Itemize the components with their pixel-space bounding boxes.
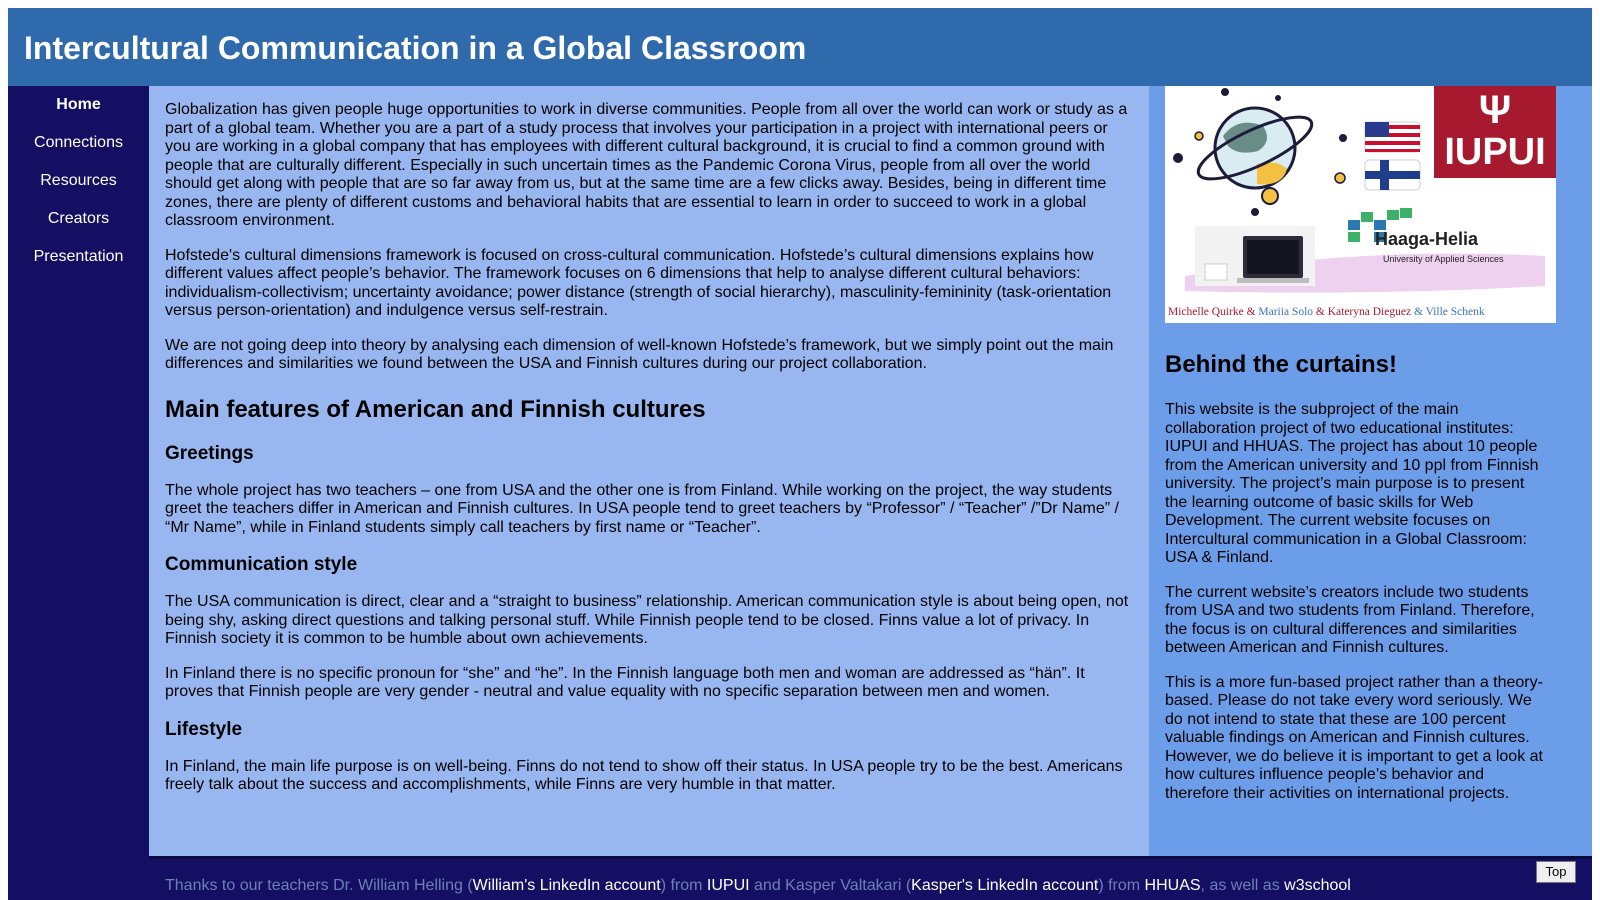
nav-list: Home Connections Resources Creators Pres… bbox=[8, 86, 149, 276]
page-frame: Intercultural Communication in a Global … bbox=[8, 8, 1592, 900]
lifestyle-heading: Lifestyle bbox=[165, 718, 243, 740]
credit-amp-2: & bbox=[1313, 305, 1328, 318]
kasper-linkedin-link[interactable]: Kasper's LinkedIn account bbox=[911, 877, 1098, 894]
usa-flag-icon bbox=[1364, 121, 1421, 153]
haaga-helia-subtitle: University of Applied Sciences bbox=[1383, 254, 1504, 264]
nav-item-resources[interactable]: Resources bbox=[8, 162, 149, 200]
site-title: Intercultural Communication in a Global … bbox=[24, 30, 807, 66]
credit-name-3: Kateryna Dieguez bbox=[1327, 305, 1412, 318]
footer-acknowledgement: Thanks to our teachers Dr. William Helli… bbox=[165, 877, 1351, 895]
credit-amp-1: & bbox=[1243, 305, 1259, 318]
greetings-paragraph: The whole project has two teachers – one… bbox=[165, 481, 1119, 536]
footer-text-2: ) from bbox=[660, 877, 707, 894]
creators-credit-line: Michelle Quirke & Mariia Solo & Kateryna… bbox=[1165, 303, 1556, 322]
communication-paragraph-2: In Finland there is no specific pronoun … bbox=[165, 664, 1085, 701]
communication-heading: Communication style bbox=[165, 554, 358, 575]
finland-flag-icon bbox=[1364, 159, 1421, 191]
iupui-logo: Ψ IUPUI bbox=[1434, 86, 1556, 178]
greetings-heading: Greetings bbox=[165, 442, 254, 464]
credit-name-4: Ville Schenk bbox=[1425, 305, 1485, 318]
nav-item-creators[interactable]: Creators bbox=[8, 200, 149, 238]
w3school-link[interactable]: w3school bbox=[1284, 877, 1351, 894]
footer-text-3: and Kasper Valtakari ( bbox=[749, 877, 912, 894]
footer-text-1: Thanks to our teachers Dr. William Helli… bbox=[165, 877, 473, 894]
sidebar-nav: Home Connections Resources Creators Pres… bbox=[8, 86, 149, 900]
main-content: Globalization has given people huge oppo… bbox=[149, 86, 1149, 856]
site-header: Intercultural Communication in a Global … bbox=[8, 8, 1592, 86]
aside-paragraph-2: The current website’s creators include t… bbox=[1165, 583, 1535, 657]
site-footer: Thanks to our teachers Dr. William Helli… bbox=[149, 856, 1592, 900]
credit-name-2: Mariia Solo bbox=[1258, 305, 1314, 318]
communication-paragraph-1: The USA communication is direct, clear a… bbox=[165, 593, 1129, 647]
nav-item-home[interactable]: Home bbox=[8, 86, 149, 124]
aside-paragraph-3: This is a more fun-based project rather … bbox=[1165, 673, 1543, 802]
william-linkedin-link[interactable]: William's LinkedIn account bbox=[473, 877, 661, 894]
nav-item-presentation[interactable]: Presentation bbox=[8, 238, 149, 276]
intro-paragraph-2: Hofstede's cultural dimensions framework… bbox=[165, 246, 1112, 320]
lifestyle-paragraph: In Finland, the main life purpose is on … bbox=[165, 757, 1123, 794]
footer-text-5: , as well as bbox=[1200, 877, 1285, 894]
iupui-link[interactable]: IUPUI bbox=[707, 877, 750, 894]
scroll-to-top-button[interactable]: Top bbox=[1536, 861, 1576, 883]
haaga-helia-title: Haaga-Helia bbox=[1375, 229, 1479, 249]
iupui-trident-icon: Ψ bbox=[1478, 88, 1512, 132]
hhuas-link[interactable]: HHUAS bbox=[1145, 877, 1201, 894]
page-scrollbar[interactable] bbox=[1592, 0, 1600, 900]
footer-text-4: ) from bbox=[1098, 877, 1145, 894]
project-banner-image: Ψ IUPUI Haaga-Helia University of Applie… bbox=[1165, 86, 1556, 323]
credit-name-1: Michelle Quirke bbox=[1168, 305, 1244, 318]
aside-paragraph-1: This website is the subproject of the ma… bbox=[1165, 401, 1539, 566]
intro-paragraph-3: We are not going deep into theory by ana… bbox=[165, 336, 1114, 373]
features-heading: Main features of American and Finnish cu… bbox=[165, 395, 706, 423]
nav-item-connections[interactable]: Connections bbox=[8, 124, 149, 162]
credit-amp-3: & bbox=[1411, 305, 1426, 318]
iupui-logo-text: IUPUI bbox=[1444, 131, 1546, 173]
aside-panel: Ψ IUPUI Haaga-Helia University of Applie… bbox=[1149, 86, 1592, 856]
planet-icon bbox=[1196, 106, 1314, 190]
intro-paragraph-1: Globalization has given people huge oppo… bbox=[165, 101, 1128, 229]
aside-heading: Behind the curtains! bbox=[1165, 351, 1398, 378]
